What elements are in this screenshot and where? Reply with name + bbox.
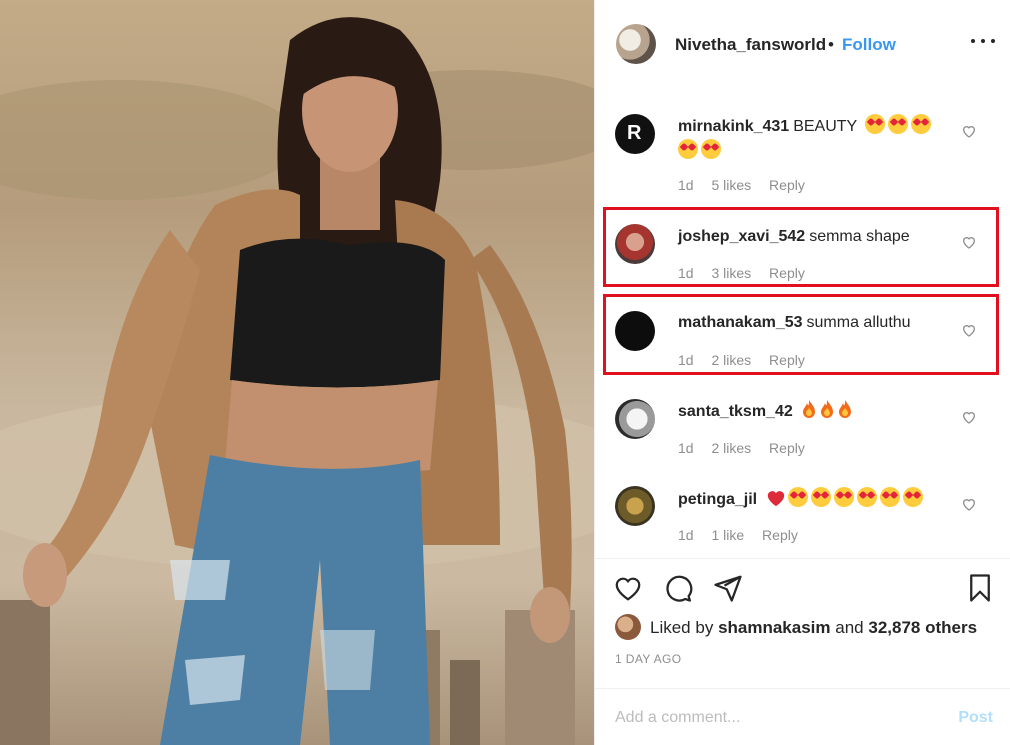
like-comment-icon[interactable] [961, 496, 977, 512]
heart-icon[interactable] [613, 573, 643, 603]
comment-likes[interactable]: 3 likes [711, 265, 751, 281]
commenter-avatar[interactable] [615, 399, 655, 439]
reply-button[interactable]: Reply [762, 527, 798, 543]
commenter-username[interactable]: joshep_xavi_542 [678, 228, 805, 245]
comment-age: 1d [678, 527, 694, 543]
comment-likes[interactable]: 2 likes [711, 352, 751, 368]
commenter-avatar[interactable] [615, 311, 655, 351]
comment-item: mathanakam_53 summa alluthu 1d 2 likes Re… [595, 310, 1010, 370]
comment-meta: 1d 5 likes Reply [678, 177, 819, 193]
reply-button[interactable]: Reply [769, 352, 805, 368]
comment-text: petinga_jil [678, 487, 968, 512]
comment-item: joshep_xavi_542 semma shape 1d 3 likes Re… [595, 222, 1010, 282]
bookmark-icon[interactable] [965, 573, 995, 603]
comment-meta: 1d 2 likes Reply [678, 352, 819, 368]
photo-illustration [0, 17, 594, 745]
liker-avatar[interactable] [615, 614, 641, 640]
action-bar [595, 558, 1010, 618]
liker-username[interactable]: shamnakasim [718, 618, 830, 637]
comment-likes[interactable]: 5 likes [711, 177, 751, 193]
like-comment-icon[interactable] [961, 234, 977, 250]
comment-age: 1d [678, 352, 694, 368]
post-timestamp[interactable]: 1 DAY AGO [615, 652, 682, 666]
reply-button[interactable]: Reply [769, 440, 805, 456]
comment-text: joshep_xavi_542 semma shape [678, 225, 968, 249]
commenter-avatar[interactable] [615, 224, 655, 264]
comment-body: semma shape [809, 228, 910, 245]
comment-age: 1d [678, 265, 694, 281]
post-photo [0, 0, 594, 745]
commenter-username[interactable]: mirnakink_431 [678, 118, 789, 135]
commenter-avatar[interactable] [615, 486, 655, 526]
likes-prefix: Liked by [650, 618, 714, 637]
post-header: Nivetha_fansworld • Follow [595, 0, 1010, 88]
follow-button[interactable]: Follow [842, 35, 896, 55]
comment-likes[interactable]: 1 like [711, 527, 744, 543]
commenter-avatar[interactable]: R [615, 114, 655, 154]
commenter-username[interactable]: santa_tksm_42 [678, 403, 793, 420]
comment-item: petinga_jil 1d 1 like Reply [595, 484, 1010, 554]
add-comment-bar: Post [595, 688, 1010, 745]
commenter-username[interactable]: mathanakam_53 [678, 314, 803, 331]
red-heart-emoji [767, 491, 784, 507]
likes-others-link[interactable]: 32,878 others [868, 618, 977, 637]
comment-item: santa_tksm_42 1d 2 likes Reply [595, 397, 1010, 467]
comment-text: santa_tksm_42 [678, 399, 968, 424]
like-comment-icon[interactable] [961, 322, 977, 338]
likes-text: Liked by shamnakasim and 32,878 others [650, 618, 977, 638]
like-comment-icon[interactable] [961, 123, 977, 139]
fire-emoji [801, 400, 855, 420]
more-options-icon[interactable] [969, 30, 997, 50]
reply-button[interactable]: Reply [769, 177, 805, 193]
comment-text: mathanakam_53 summa alluthu [678, 311, 968, 335]
comment-meta: 1d 2 likes Reply [678, 440, 819, 456]
author-username[interactable]: Nivetha_fansworld [675, 35, 826, 55]
comment-age: 1d [678, 177, 694, 193]
reply-button[interactable]: Reply [769, 265, 805, 281]
like-comment-icon[interactable] [961, 409, 977, 425]
comment-likes[interactable]: 2 likes [711, 440, 751, 456]
comment-text: mirnakink_431 BEAUTY [678, 114, 968, 164]
comment-item: R mirnakink_431 BEAUTY 1d 5 likes Reply [595, 110, 1010, 200]
post-comment-button[interactable]: Post [958, 709, 993, 727]
comment-body: BEAUTY [793, 118, 857, 135]
heart-emoji-row [766, 487, 926, 508]
comment-icon[interactable] [663, 573, 693, 603]
likes-middle: and [835, 618, 864, 637]
comment-meta: 1d 3 likes Reply [678, 265, 819, 281]
header-separator: • [828, 35, 834, 54]
comment-body: summa alluthu [806, 314, 911, 331]
author-avatar[interactable] [616, 24, 656, 64]
share-icon[interactable] [713, 573, 743, 603]
comment-input[interactable] [615, 705, 935, 731]
comment-meta: 1d 1 like Reply [678, 527, 812, 543]
comment-age: 1d [678, 440, 694, 456]
commenter-username[interactable]: petinga_jil [678, 491, 757, 508]
post-side-panel: Nivetha_fansworld • Follow R mirnakink_4… [594, 0, 1010, 745]
